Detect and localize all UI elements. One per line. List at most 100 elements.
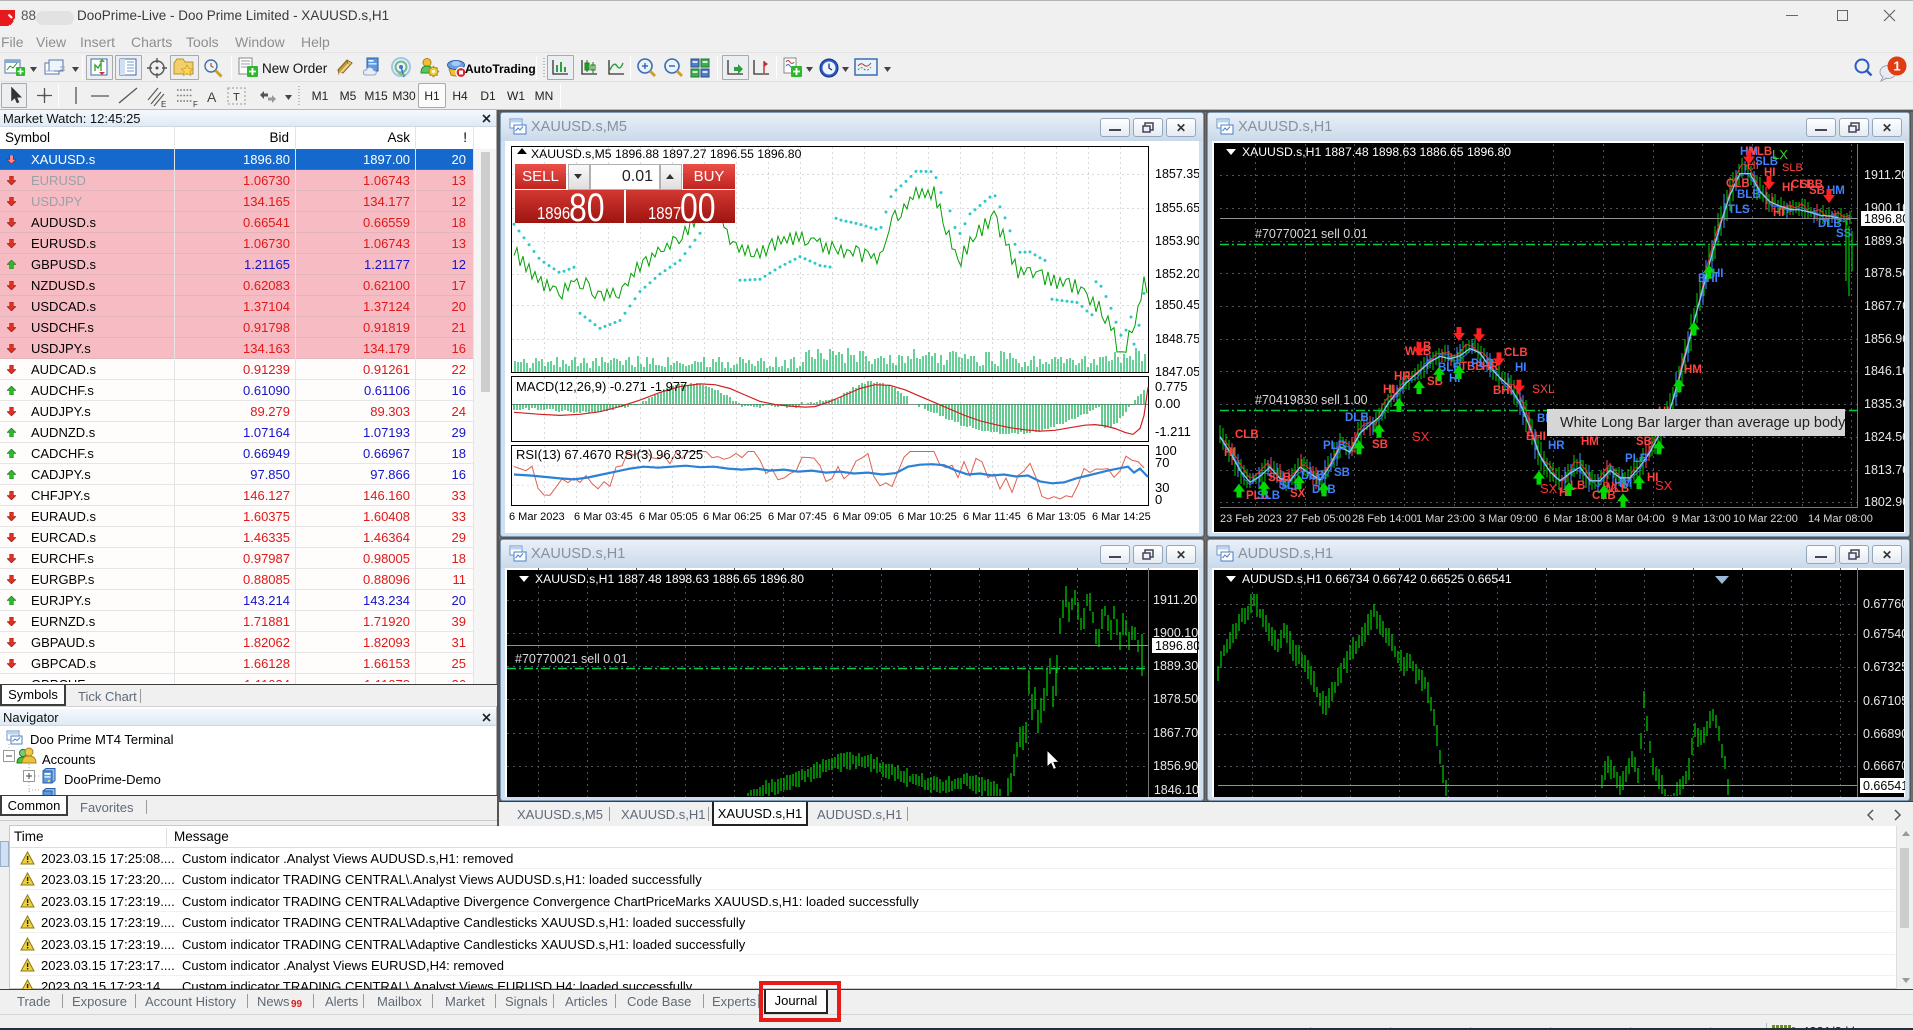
svg-text:10 Mar 22:00: 10 Mar 22:00: [1733, 513, 1798, 525]
svg-text:6 Mar 09:05: 6 Mar 09:05: [833, 511, 892, 523]
svg-text:SLB: SLB: [1257, 490, 1280, 502]
svg-text:1889.30: 1889.30: [1864, 234, 1905, 248]
svg-text:#70770021 sell 0.01: #70770021 sell 0.01: [1255, 227, 1368, 241]
svg-text:8 Mar 04:00: 8 Mar 04:00: [1606, 513, 1665, 525]
svg-text:1847.05: 1847.05: [1155, 365, 1199, 379]
svg-text:SLB: SLB: [1782, 162, 1803, 174]
svg-text:1852.20: 1852.20: [1155, 267, 1199, 281]
svg-text:HI: HI: [1712, 268, 1724, 280]
svg-text:1878.50: 1878.50: [1153, 692, 1198, 706]
svg-text:6 Mar 14:25: 6 Mar 14:25: [1092, 511, 1151, 523]
svg-text:0.66670: 0.66670: [1863, 759, 1905, 773]
svg-text:CLB: CLB: [1235, 429, 1259, 441]
svg-text:-1.211: -1.211: [1155, 424, 1191, 439]
svg-text:6 Mar 11:45: 6 Mar 11:45: [963, 511, 1021, 523]
svg-text:LB: LB: [1570, 480, 1585, 492]
svg-text:HM: HM: [1581, 436, 1599, 448]
svg-text:SX: SX: [1290, 488, 1306, 500]
svg-text:14 Mar 08:00: 14 Mar 08:00: [1808, 513, 1873, 525]
svg-text:HI: HI: [1773, 207, 1785, 219]
svg-text:1867.70: 1867.70: [1864, 299, 1905, 313]
svg-text:9 Mar 13:00: 9 Mar 13:00: [1672, 513, 1731, 525]
svg-text:0.00: 0.00: [1155, 396, 1180, 411]
svg-text:23 Feb 2023: 23 Feb 2023: [1220, 513, 1282, 525]
svg-text:HR: HR: [1394, 371, 1411, 383]
svg-text:1846.10: 1846.10: [1864, 364, 1905, 378]
svg-text:SB: SB: [1809, 185, 1825, 197]
svg-text:1878.50: 1878.50: [1864, 266, 1905, 280]
svg-text:27 Feb 05:00: 27 Feb 05:00: [1286, 513, 1351, 525]
svg-text:HI: HI: [1515, 362, 1527, 374]
svg-text:6 Mar 05:05: 6 Mar 05:05: [639, 511, 698, 523]
svg-text:1857.35: 1857.35: [1155, 167, 1199, 181]
svg-text:#70419830 sell 1.00: #70419830 sell 1.00: [1255, 393, 1368, 407]
svg-text:PLB: PLB: [1323, 440, 1346, 452]
svg-text:0.67760: 0.67760: [1863, 597, 1905, 611]
svg-text:SX: SX: [1412, 429, 1430, 444]
svg-text:HR: HR: [1548, 440, 1565, 452]
svg-text:BHI: BHI: [1493, 385, 1513, 397]
svg-text:T: T: [233, 92, 240, 104]
svg-text:SX: SX: [1655, 478, 1673, 493]
svg-text:1846.10: 1846.10: [1154, 783, 1199, 797]
svg-text:0: 0: [1155, 492, 1162, 507]
svg-text:XAUUSD.s,H1 1887.48 1898.63 1: XAUUSD.s,H1 1887.48 1898.63 1886.65 1896…: [535, 572, 804, 586]
svg-text:HM: HM: [1684, 364, 1702, 376]
svg-text:SXL: SXL: [1532, 382, 1555, 396]
svg-text:6 Mar 18:00: 6 Mar 18:00: [1544, 513, 1603, 525]
svg-text:0.775: 0.775: [1155, 379, 1188, 394]
svg-text:0.66890: 0.66890: [1863, 727, 1905, 741]
svg-text:XAUUSD.s,M5 1896.88 1897.27 1: XAUUSD.s,M5 1896.88 1897.27 1896.55 1896…: [531, 147, 802, 161]
svg-text:1889.30: 1889.30: [1153, 659, 1198, 673]
svg-text:DLB: DLB: [1301, 470, 1325, 482]
svg-text:PLB: PLB: [1625, 453, 1648, 465]
svg-text:1853.90: 1853.90: [1155, 234, 1199, 248]
svg-text:SB: SB: [1334, 467, 1350, 479]
svg-text:0.67540: 0.67540: [1863, 627, 1905, 641]
svg-text:HI: HI: [1383, 384, 1395, 396]
svg-text:0.67105: 0.67105: [1863, 694, 1905, 708]
svg-text:1856.90: 1856.90: [1864, 332, 1905, 346]
svg-text:1896.80: 1896.80: [1864, 212, 1905, 226]
svg-text:1835.30: 1835.30: [1864, 397, 1905, 411]
svg-text:CLB: CLB: [1504, 347, 1528, 359]
svg-text:6 Mar 13:05: 6 Mar 13:05: [1027, 511, 1086, 523]
svg-text:MACD(12,26,9) -0.271 -1.977: MACD(12,26,9) -0.271 -1.977: [516, 379, 687, 394]
svg-text:1911.20: 1911.20: [1864, 168, 1905, 182]
svg-text:SX: SX: [1540, 481, 1558, 496]
svg-text:LX: LX: [1772, 147, 1788, 162]
svg-text:1911.20: 1911.20: [1153, 593, 1197, 607]
svg-text:1: 1: [1893, 59, 1900, 74]
svg-text:1855.65: 1855.65: [1155, 201, 1199, 215]
svg-text:BLB: BLB: [1737, 189, 1761, 201]
svg-text:TLS: TLS: [1728, 204, 1750, 216]
svg-text:AUDUSD.s,H1 0.66734 0.66742 0: AUDUSD.s,H1 0.66734 0.66742 0.66525 0.66…: [1242, 572, 1512, 586]
svg-text:1848.75: 1848.75: [1155, 332, 1199, 346]
svg-text:1 Mar 23:00: 1 Mar 23:00: [1416, 513, 1475, 525]
svg-text:1824.50: 1824.50: [1864, 430, 1905, 444]
svg-text:SB: SB: [1636, 436, 1652, 448]
svg-text:White Long Bar larger than ave: White Long Bar larger than average up bo…: [1560, 415, 1846, 431]
svg-text:28 Feb 14:00: 28 Feb 14:00: [1352, 513, 1417, 525]
svg-text:70: 70: [1155, 455, 1169, 470]
svg-text:F: F: [193, 100, 198, 108]
svg-text:#70770021 sell 0.01: #70770021 sell 0.01: [515, 652, 628, 666]
svg-text:0.67325: 0.67325: [1863, 660, 1905, 674]
svg-text:1856.90: 1856.90: [1153, 759, 1198, 773]
svg-text:1896.80: 1896.80: [1155, 639, 1199, 653]
svg-text:1850.45: 1850.45: [1155, 298, 1199, 312]
svg-text:6 Mar 03:45: 6 Mar 03:45: [574, 511, 633, 523]
svg-text:DLB: DLB: [1345, 412, 1369, 424]
svg-text:HI: HI: [1224, 447, 1236, 459]
svg-text:1813.70: 1813.70: [1864, 463, 1905, 477]
svg-text:E: E: [161, 100, 166, 108]
svg-text:6 Mar 2023: 6 Mar 2023: [509, 511, 565, 523]
svg-text:SB: SB: [1372, 439, 1388, 451]
svg-text:1900.10: 1900.10: [1153, 626, 1198, 640]
svg-text:1867.70: 1867.70: [1153, 726, 1198, 740]
svg-text:6 Mar 10:25: 6 Mar 10:25: [898, 511, 957, 523]
svg-text:0.66541: 0.66541: [1863, 779, 1905, 793]
svg-text:BHI: BHI: [1526, 431, 1546, 443]
svg-text:6 Mar 07:45: 6 Mar 07:45: [768, 511, 827, 523]
svg-text:1802.90: 1802.90: [1864, 495, 1905, 509]
